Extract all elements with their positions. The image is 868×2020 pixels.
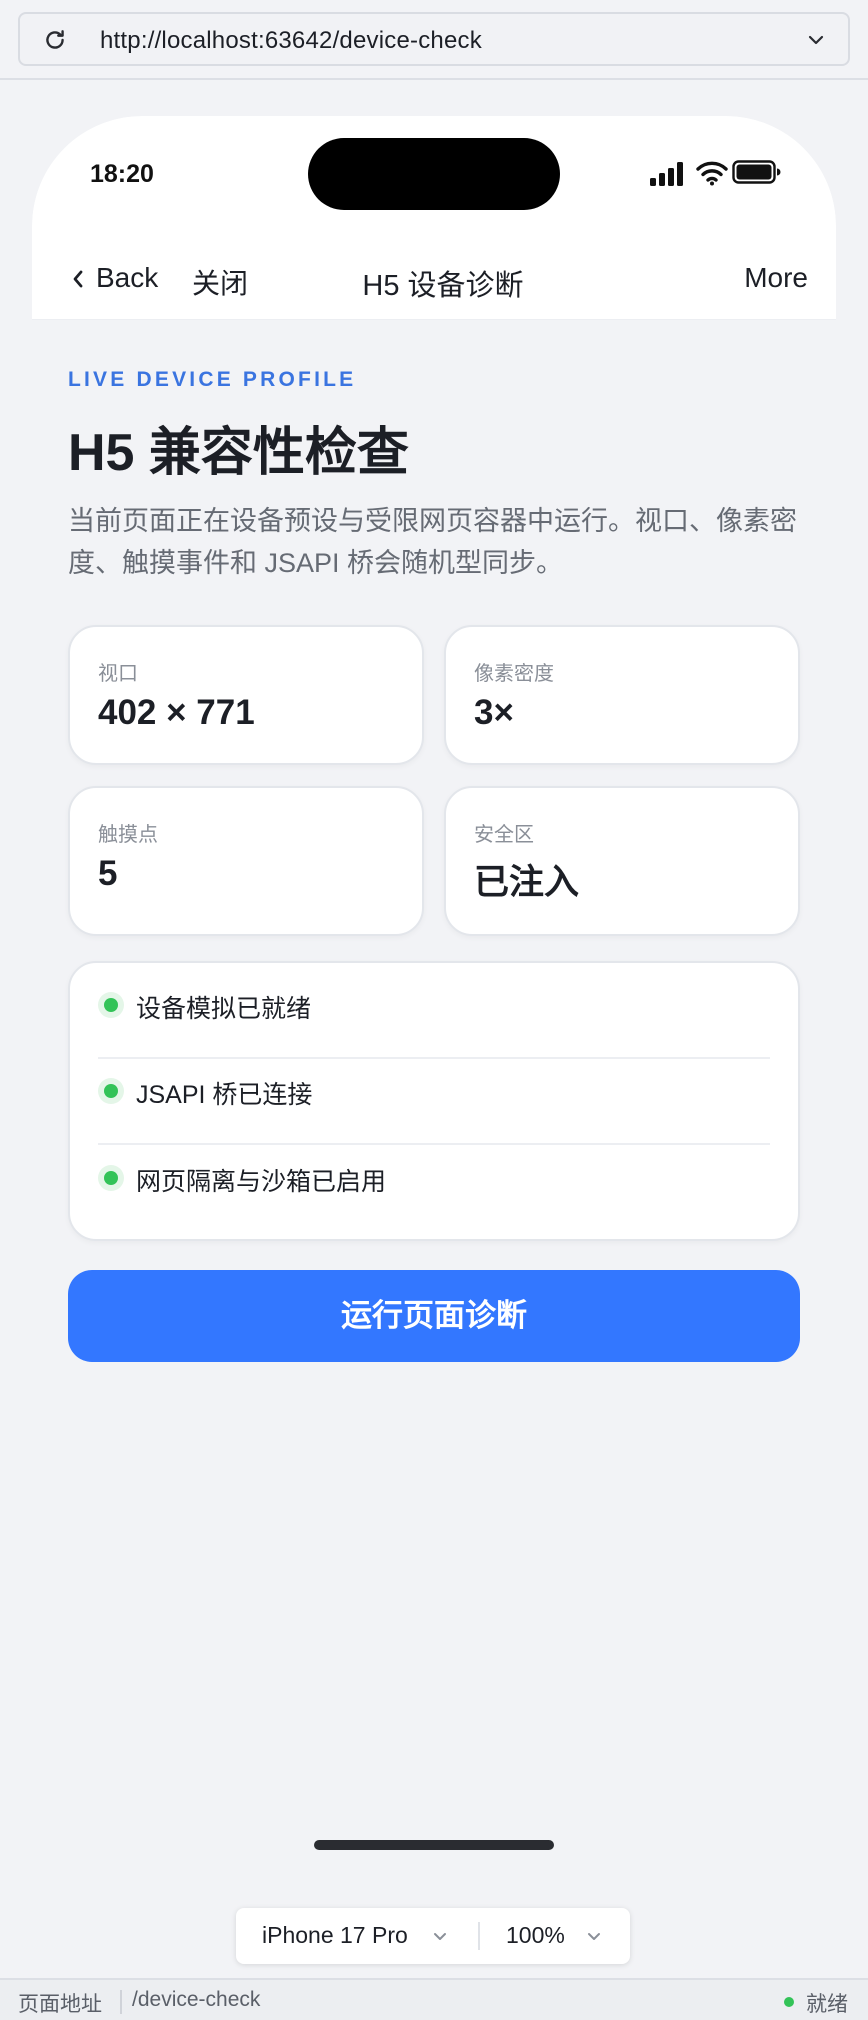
check-list: 设备模拟已就绪 JSAPI 桥已连接 网页隔离与沙箱已启用 [68, 961, 800, 1241]
battery-icon [732, 160, 781, 184]
phone-header: 18:20 Back 关闭 H5 设备诊断 More [32, 116, 836, 320]
chevron-down-icon[interactable] [432, 1928, 448, 1944]
stat-label: 视口 [98, 663, 138, 685]
footer-status-bar: 页面地址 /device-check 就绪 [0, 1978, 868, 2020]
ready-status: 就绪 [806, 1993, 848, 2016]
chevron-down-icon[interactable] [806, 30, 826, 50]
zoom-select[interactable]: 100% [506, 1922, 565, 1949]
status-dot-icon [104, 998, 118, 1012]
description: 当前页面正在设备预设与受限网页容器中运行。视口、像素密度、触摸事件和 JSAPI… [68, 506, 797, 578]
stat-card-safe-area: 安全区 已注入 [444, 786, 800, 936]
stat-label: 像素密度 [474, 663, 554, 685]
device-frame: 18:20 Back 关闭 H5 设备诊断 More LIVE DEVICE P… [32, 116, 836, 1876]
address-label: 页面地址 [18, 1993, 102, 2016]
address-bar[interactable]: http://localhost:63642/device-check [18, 12, 850, 66]
wifi-icon [696, 161, 728, 186]
check-label: JSAPI 桥已连接 [136, 1081, 313, 1109]
stat-value: 3× [474, 693, 514, 732]
run-diagnostics-button[interactable]: 运行页面诊断 [68, 1270, 800, 1362]
device-select[interactable]: iPhone 17 Pro [262, 1922, 408, 1949]
status-time: 18:20 [90, 160, 154, 188]
list-item: 设备模拟已就绪 [98, 963, 770, 1049]
stat-value: 已注入 [474, 863, 580, 902]
stat-card-touch-points: 触摸点 5 [68, 786, 424, 936]
more-button[interactable]: More [744, 262, 808, 294]
stat-card-viewport: 视口 402 × 771 [68, 625, 424, 765]
current-path: /device-check [132, 1988, 261, 2011]
list-item: 网页隔离与沙箱已启用 [98, 1136, 770, 1222]
device-toolbar: iPhone 17 Pro 100% [236, 1908, 630, 1964]
stat-label: 安全区 [474, 824, 534, 846]
check-label: 网页隔离与沙箱已启用 [136, 1168, 387, 1196]
divider [120, 1990, 122, 2014]
stat-value: 5 [98, 854, 118, 893]
eyebrow-label: LIVE DEVICE PROFILE [68, 368, 357, 391]
stat-value: 402 × 771 [98, 693, 255, 732]
stat-card-pixel-density: 像素密度 3× [444, 625, 800, 765]
status-dot-icon [104, 1171, 118, 1185]
signal-icon [650, 162, 683, 186]
divider [478, 1922, 480, 1950]
reload-icon[interactable] [42, 27, 68, 53]
check-label: 设备模拟已就绪 [136, 995, 312, 1023]
page-title: H5 设备诊断 [362, 270, 524, 302]
ready-dot-icon [784, 1997, 794, 2007]
stat-label: 触摸点 [98, 824, 158, 846]
list-item: JSAPI 桥已连接 [98, 1049, 770, 1135]
url-text[interactable]: http://localhost:63642/device-check [100, 27, 482, 55]
browser-toolbar: http://localhost:63642/device-check [0, 0, 868, 80]
home-indicator [314, 1840, 554, 1850]
dynamic-island [308, 138, 560, 210]
chevron-down-icon[interactable] [586, 1928, 602, 1944]
headline: H5 兼容性检查 [68, 424, 409, 482]
status-dot-icon [104, 1084, 118, 1098]
